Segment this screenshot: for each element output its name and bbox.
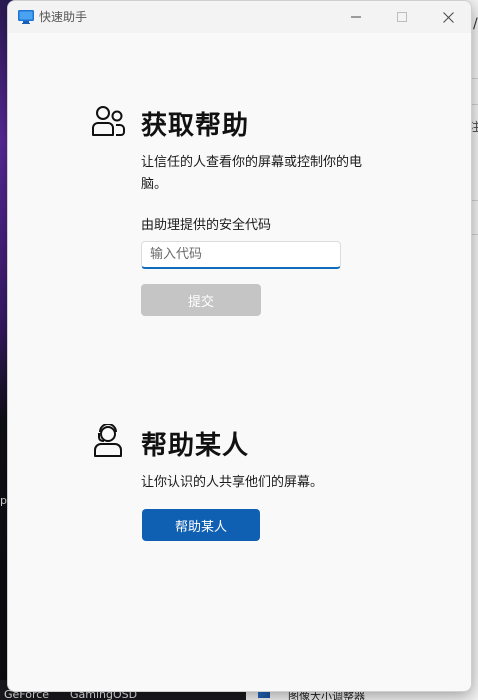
get-help-description-line: 让信任的人查看你的屏幕或控制你的电 bbox=[141, 155, 363, 170]
minimize-icon bbox=[351, 16, 361, 18]
title-bar[interactable]: 快速助手 bbox=[8, 1, 471, 33]
person-headset-icon bbox=[94, 424, 122, 457]
get-help-description: 让信任的人查看你的屏幕或控制你的电 脑。 bbox=[141, 152, 362, 196]
get-help-heading: 获取帮助 bbox=[141, 111, 250, 141]
submit-button[interactable]: 提交 bbox=[141, 284, 261, 316]
help-someone-heading: 帮助某人 bbox=[141, 431, 250, 461]
help-someone-description: 让你认识的人共享他们的屏幕。 bbox=[141, 475, 324, 490]
desktop: p /p 注 GeForce GamingOSD 图像大小调整器 快速助手 bbox=[0, 0, 478, 700]
background-window-text: /p bbox=[473, 16, 478, 32]
window-title: 快速助手 bbox=[39, 10, 88, 24]
maximize-icon bbox=[397, 12, 407, 22]
quick-assist-window: 快速助手 获取帮助 让信任的人查看你的屏幕或控制你的电 脑。 由助理提供的安全代… bbox=[7, 0, 472, 692]
close-icon bbox=[442, 11, 454, 23]
close-button[interactable] bbox=[425, 1, 471, 33]
help-someone-button[interactable]: 帮助某人 bbox=[142, 509, 260, 541]
minimize-button[interactable] bbox=[333, 1, 379, 33]
quick-assist-icon bbox=[18, 10, 34, 24]
security-code-label: 由助理提供的安全代码 bbox=[141, 218, 272, 233]
desktop-fragment-text: p bbox=[0, 494, 7, 507]
maximize-button[interactable] bbox=[379, 1, 425, 33]
security-code-input[interactable] bbox=[141, 241, 341, 269]
get-help-description-line: 脑。 bbox=[141, 177, 168, 192]
people-icon bbox=[92, 106, 125, 136]
